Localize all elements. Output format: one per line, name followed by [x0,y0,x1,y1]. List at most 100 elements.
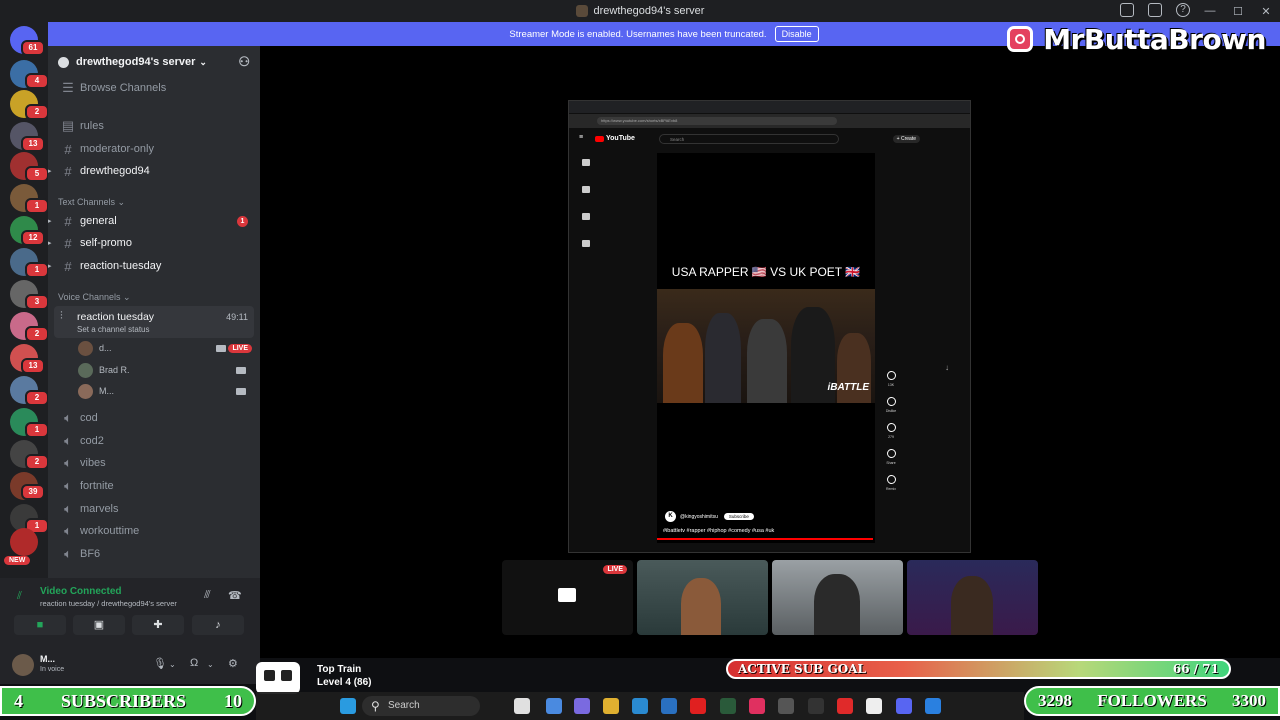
rail-badge: 12 [21,230,45,246]
game-icon[interactable] [808,698,824,714]
voice-channel-cod[interactable]: 🔈︎ cod [48,408,260,428]
close-icon[interactable]: ✕ [1252,0,1280,22]
participant-tile[interactable] [772,560,903,635]
rail-badge: 2 [25,454,49,470]
category-text-channels[interactable]: Text Channels ⌄ [58,197,125,208]
channel-self-promo[interactable]: ▸ # self-promo [48,233,260,253]
avatar[interactable] [12,654,34,676]
voice-channel-workouttime[interactable]: 🔈︎ workouttime [48,521,260,541]
widgets-icon[interactable] [340,698,356,714]
minimize-icon[interactable]: — [1196,0,1224,22]
help-icon[interactable]: ? [1176,3,1190,17]
edge-icon[interactable] [632,698,648,714]
youtube-icon [595,135,604,142]
camera-button[interactable]: ■ [14,615,66,635]
speaker-icon: 🔈︎ [64,501,72,516]
camera-icon [236,387,246,395]
speaker-icon: 🔈︎ [64,523,72,538]
soundboard-icon: ♪ [215,619,221,631]
channel-reaction-tuesday[interactable]: ▸ # reaction-tuesday [48,256,260,276]
rules-icon: ▤ [61,118,75,133]
rail-badge: 1 [25,262,49,278]
voice-status-title[interactable]: Video Connected [40,586,122,597]
avatar [78,340,93,356]
streamer-mode-icon[interactable] [1120,3,1134,17]
windows-taskbar: Search [256,692,1024,720]
headphones-icon[interactable]: Ω [190,657,198,669]
action-label: Dislike [885,409,897,413]
store-icon[interactable] [661,698,677,714]
followers-bar: 3298 FOLLOWERS 3300 [1024,686,1280,716]
voice-channel-vibes[interactable]: 🔈︎ vibes [48,453,260,473]
shared-screen[interactable]: https://www.youtube.com/shorts/xBPAEvb8 … [568,100,971,553]
app-icon[interactable] [837,698,853,714]
voice-user[interactable]: Brad R. [78,361,256,379]
short-hashtags: #ibattletv #rapper #hiphop #comedy #usa … [663,528,775,534]
channel-general[interactable]: ▸ # general 1 [48,211,260,231]
chevron-down-icon: ⌄ [199,56,207,67]
voice-channel-marvels[interactable]: 🔈︎ marvels [48,499,260,519]
app-icon[interactable] [866,698,882,714]
browse-channels[interactable]: ☰ Browse Channels [48,78,260,98]
disconnect-icon[interactable]: ☎ [228,589,242,602]
chevron-down-icon[interactable]: ⌄ [207,660,214,669]
subs-current: 4 [14,690,23,711]
participant-tile-stream[interactable]: LIVE [502,560,633,635]
banner-text: Streamer Mode is enabled. Usernames have… [509,28,767,40]
voice-channel-label: BF6 [80,548,101,560]
participant-video [681,578,721,635]
microphone-icon[interactable]: 🎙︎ [153,657,167,670]
copilot-icon[interactable] [546,698,562,714]
maximize-icon[interactable]: ☐ [1224,0,1252,22]
voice-channel-label: fortnite [80,480,114,492]
channel-sidebar: drewthegod94's server ⌄ ⚇ ☰ Browse Chann… [48,46,260,578]
user-name[interactable]: M... [40,654,55,664]
channel-status[interactable]: Set a channel status [77,325,150,334]
activities-button[interactable]: ✚ [132,615,184,635]
voice-user[interactable]: M... [78,382,256,400]
invite-icon[interactable]: ⚇ [238,54,250,70]
channel-drewthegod94[interactable]: ▸ # drewthegod94 [48,161,260,181]
noise-suppression-icon[interactable]: ⫻ [204,589,211,602]
voice-status-subtitle[interactable]: reaction tuesday / drewthegod94's server [40,599,177,608]
disable-button[interactable]: Disable [774,26,819,42]
participant-tile[interactable] [907,560,1038,635]
voice-channel-bf6[interactable]: 🔈︎ BF6 [48,544,260,564]
voice-channel-fortnite[interactable]: 🔈︎ fortnite [48,476,260,496]
youtube-search: Search [659,134,839,144]
server-header[interactable]: drewthegod94's server ⌄ ⚇ [48,46,260,78]
soundboard-button[interactable]: ♪ [192,615,244,635]
app-icon[interactable] [925,698,941,714]
server-icon[interactable] [10,528,38,556]
window-controls: — ☐ ✕ [1196,0,1280,22]
remix-icon [886,475,896,484]
channel-handle: @kingyoshimitsu [680,513,718,520]
tiktok-icon[interactable] [749,698,765,714]
voice-channel-cod2[interactable]: 🔈︎ cod2 [48,431,260,451]
signal-icon[interactable]: ⫽ [17,590,22,603]
channel-rules[interactable]: ▤ rules [48,116,260,136]
voice-user[interactable]: d... LIVE [78,339,256,357]
file-explorer-icon[interactable] [603,698,619,714]
participant-tile[interactable] [637,560,768,635]
taskbar-search[interactable]: Search [362,696,480,716]
voice-channel-active[interactable]: ⫶ reaction tuesday Set a channel status … [54,306,254,338]
gear-icon[interactable]: ⚙ [228,657,238,670]
voice-connected-panel: ⫽ Video Connected reaction tuesday / dre… [0,578,260,646]
browse-label: Browse Channels [80,82,167,94]
chevron-down-icon[interactable]: ⌄ [169,660,176,669]
youtube-icon[interactable] [690,698,706,714]
teams-icon[interactable] [574,698,590,714]
voice-timer: 49:11 [226,312,248,322]
channel-moderator-only[interactable]: # moderator-only [48,139,260,159]
sub-goal-bar: ACTIVE SUB GOAL 66 / 71 [726,659,1231,679]
action-label: 13K [887,383,895,387]
discord-icon[interactable] [896,698,912,714]
xbox-icon[interactable] [720,698,736,714]
inbox-icon[interactable] [1148,3,1162,17]
obs-icon[interactable] [778,698,794,714]
task-view-icon[interactable] [514,698,530,714]
screen-share-button[interactable]: ▣ [73,615,125,635]
you-icon [582,240,590,247]
category-voice-channels[interactable]: Voice Channels ⌄ [58,292,131,303]
